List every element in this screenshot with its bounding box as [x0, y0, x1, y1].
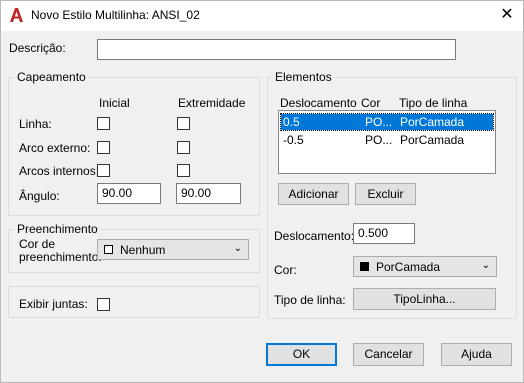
tipo-linha-button[interactable]: TipoLinha... — [353, 288, 496, 310]
linha-inicial-checkbox[interactable] — [97, 117, 110, 130]
window-title: Novo Estilo Multilinha: ANSI_02 — [31, 8, 200, 22]
header-deslocamento: Deslocamento — [280, 96, 357, 110]
chevron-down-icon: ⌄ — [481, 260, 490, 271]
header-cor: Cor — [361, 96, 381, 110]
elementos-label: Elementos — [273, 70, 334, 84]
linha-extremidade-checkbox[interactable] — [177, 117, 190, 130]
exibir-juntas-label: Exibir juntas: — [19, 297, 88, 311]
cor-preenchimento-select[interactable]: Nenhum ⌄ — [97, 239, 249, 260]
capeamento-label: Capeamento — [15, 70, 88, 84]
linha-label: Linha: — [19, 117, 52, 131]
list-item[interactable]: -0.5 PO... PorCamada — [281, 132, 493, 148]
arco-externo-extremidade-checkbox[interactable] — [177, 141, 190, 154]
color-swatch-icon — [360, 262, 369, 271]
row-cor: PO... — [365, 133, 393, 147]
cancelar-button[interactable]: Cancelar — [353, 343, 424, 366]
chevron-down-icon: ⌄ — [233, 243, 242, 254]
row-tipo: PorCamada — [400, 115, 465, 129]
tipo-linha-label: Tipo de linha: — [274, 293, 346, 307]
close-icon[interactable]: ✕ — [497, 5, 517, 25]
row-cor: PO... — [365, 115, 393, 129]
cor-preenchimento-value: Nenhum — [120, 243, 166, 257]
arco-externo-label: Arco externo: — [19, 141, 91, 155]
preenchimento-label: Preenchimento — [15, 222, 100, 236]
descricao-input[interactable] — [97, 39, 456, 60]
row-deslocamento: -0.5 — [283, 133, 304, 147]
angulo-extremidade-input[interactable]: 90.00 — [176, 183, 241, 204]
cor-label: Cor: — [274, 263, 297, 277]
autocad-logo-icon — [8, 7, 24, 23]
color-swatch-icon — [104, 245, 113, 254]
col-inicial-label: Inicial — [99, 96, 130, 110]
cor-select[interactable]: PorCamada ⌄ — [353, 256, 497, 277]
arco-externo-inicial-checkbox[interactable] — [97, 141, 110, 154]
cor-value: PorCamada — [376, 260, 441, 274]
angulo-label: Ângulo: — [19, 189, 60, 203]
exibir-juntas-checkbox[interactable] — [97, 298, 110, 311]
deslocamento-label: Deslocamento: — [274, 229, 355, 243]
header-tipo-linha: Tipo de linha — [399, 96, 468, 110]
cor-preenchimento-label: Cor de preenchimento: — [19, 237, 102, 264]
list-item[interactable]: 0.5 PO... PorCamada — [280, 113, 494, 131]
ajuda-button[interactable]: Ajuda — [441, 343, 512, 366]
excluir-button[interactable]: Excluir — [355, 183, 416, 205]
row-deslocamento: 0.5 — [283, 115, 300, 129]
arcos-internos-extremidade-checkbox[interactable] — [177, 164, 190, 177]
col-extremidade-label: Extremidade — [178, 96, 246, 110]
adicionar-button[interactable]: Adicionar — [278, 183, 349, 205]
angulo-inicial-input[interactable]: 90.00 — [97, 183, 161, 204]
arcos-internos-label: Arcos internos: — [19, 164, 100, 178]
descricao-label: Descrição: — [9, 41, 66, 55]
elementos-list[interactable]: 0.5 PO... PorCamada -0.5 PO... PorCamada — [278, 110, 496, 174]
arcos-internos-inicial-checkbox[interactable] — [97, 164, 110, 177]
deslocamento-input[interactable]: 0.500 — [353, 223, 415, 244]
ok-button[interactable]: OK — [266, 343, 337, 366]
row-tipo: PorCamada — [400, 133, 465, 147]
